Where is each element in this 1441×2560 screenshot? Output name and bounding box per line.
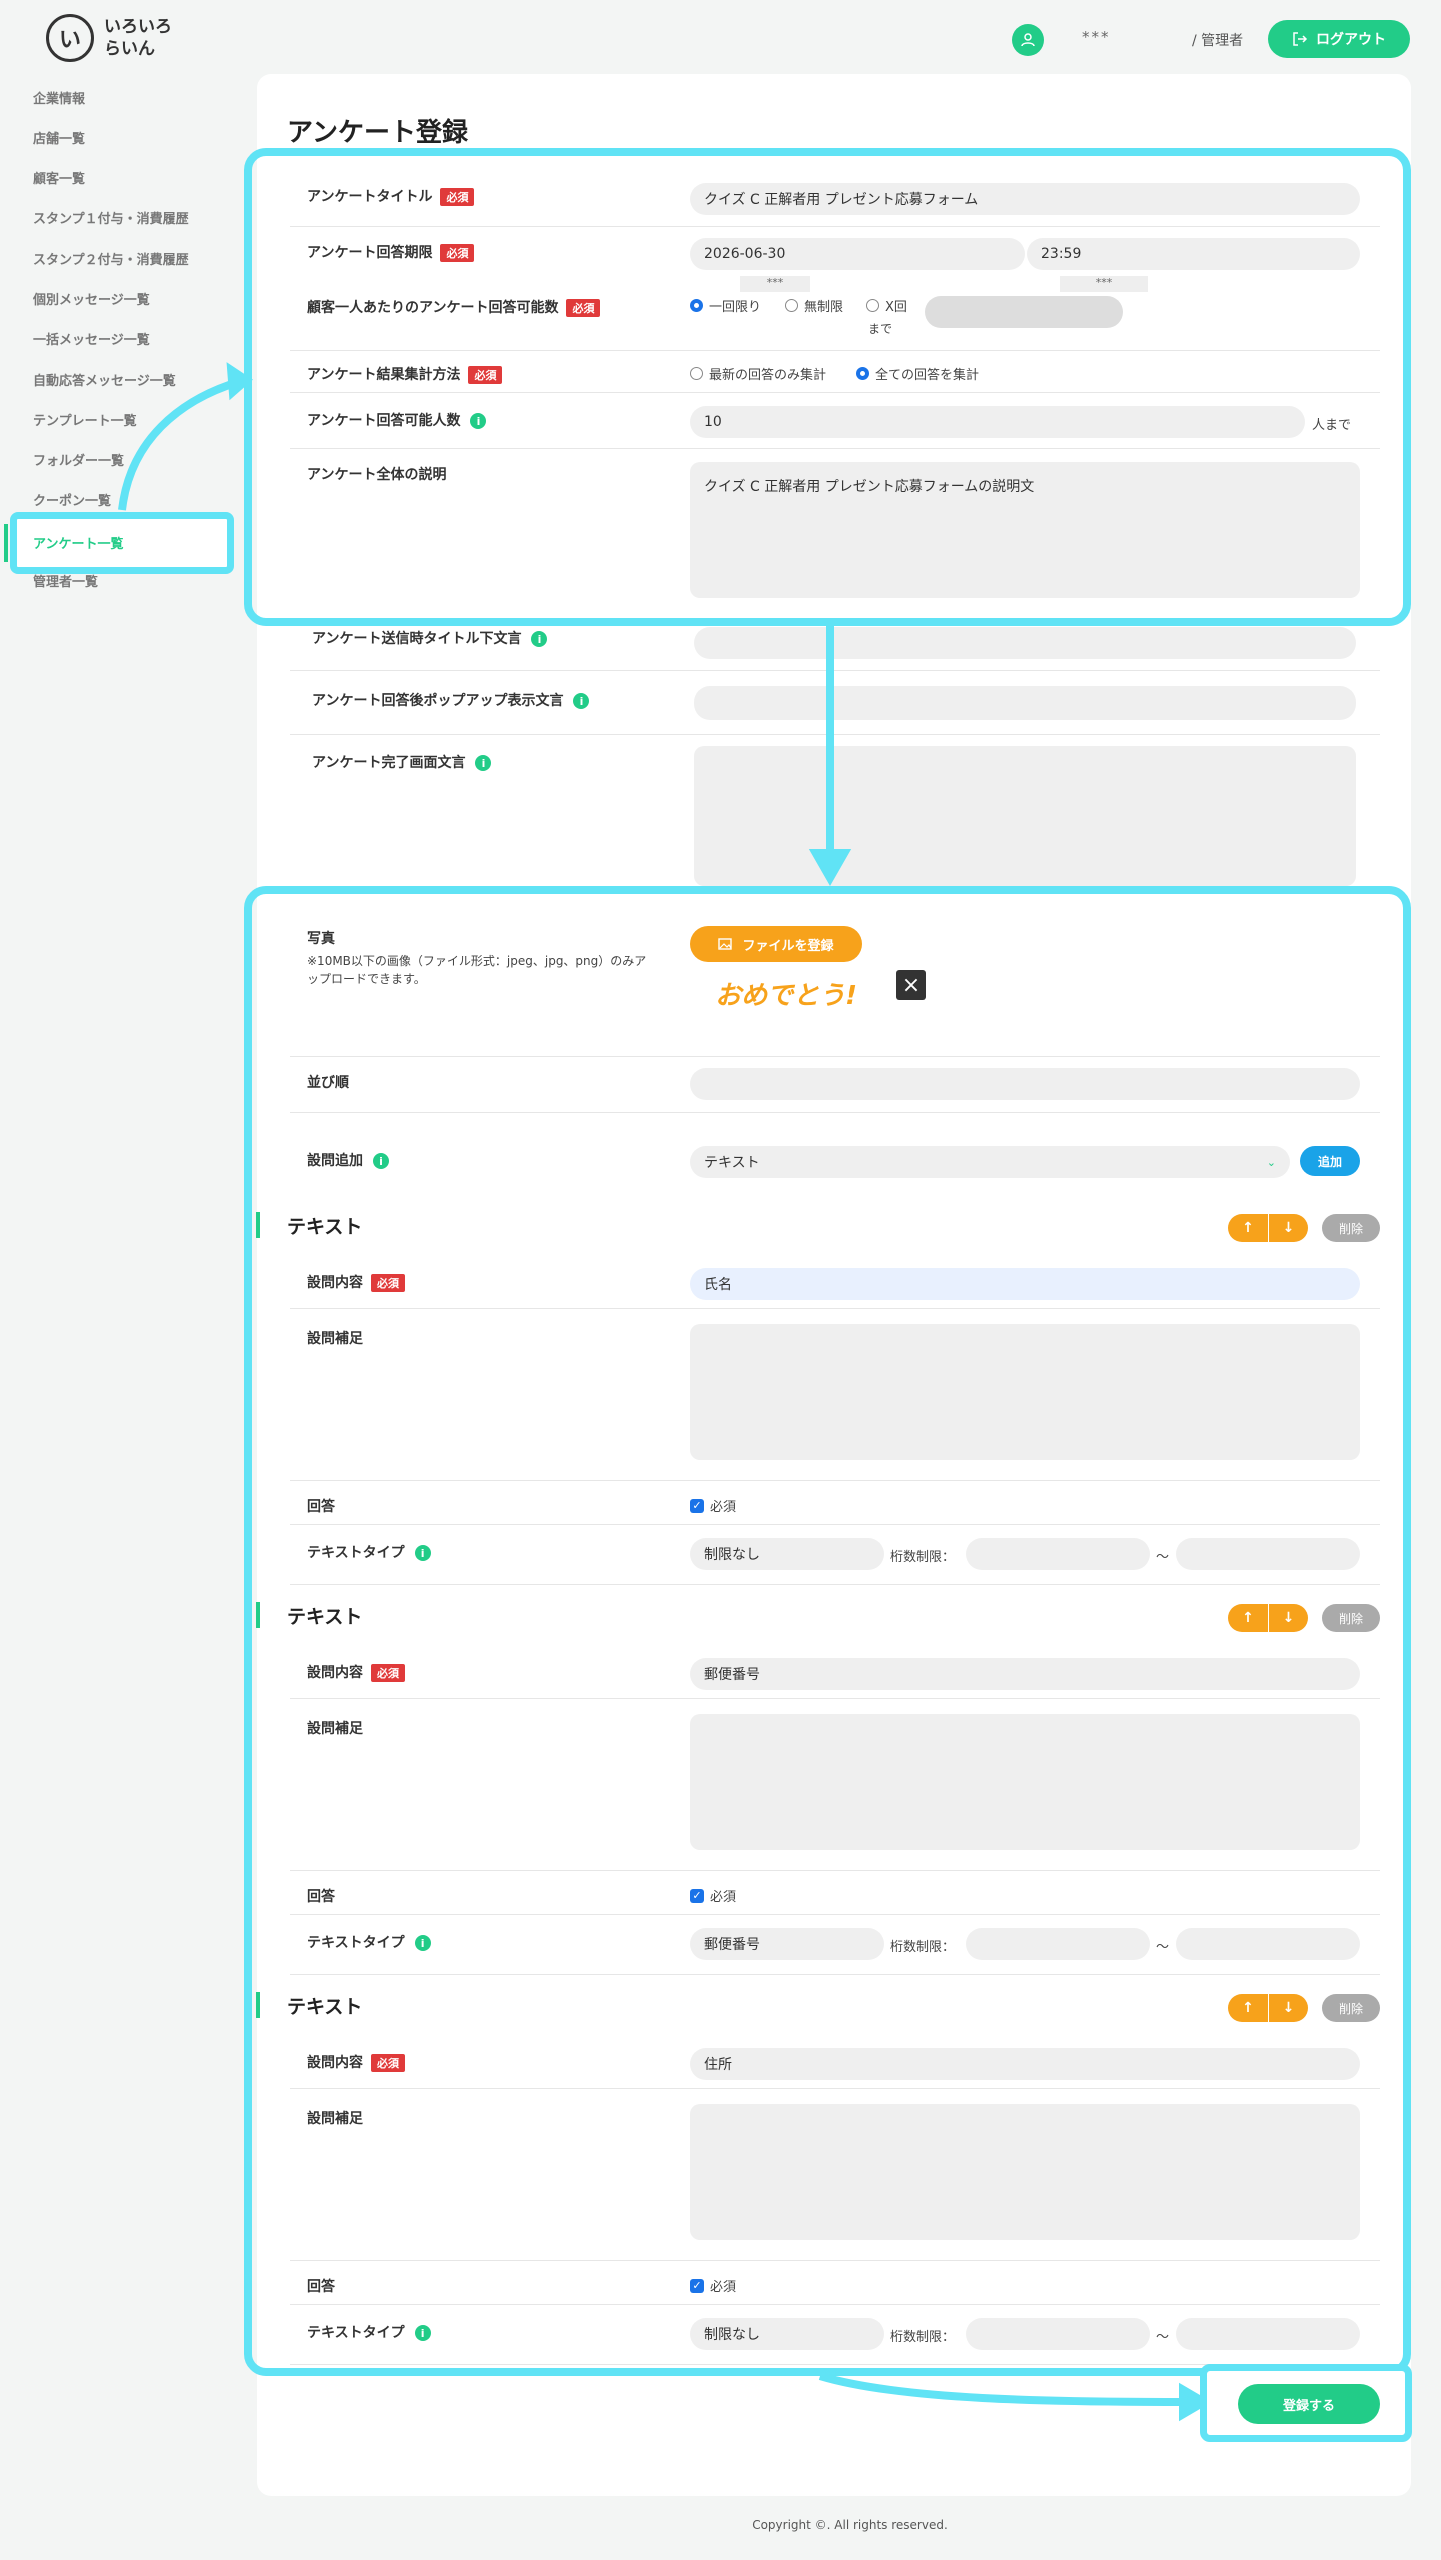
file-upload-button[interactable]: ファイルを登録 xyxy=(690,926,862,962)
photo-note: ※10MB以下の画像（ファイル形式：jpeg、jpg、png）のみアップロードで… xyxy=(307,954,647,986)
info-icon[interactable]: i xyxy=(414,1545,431,1561)
divider xyxy=(290,2304,1380,2305)
text-type-label: テキストタイプ i xyxy=(307,1542,431,1562)
divider xyxy=(290,1698,1380,1699)
digit-limit-label: 桁数制限： xyxy=(890,1940,956,1955)
answer-required-checkbox[interactable]: ✓ 必須 xyxy=(690,1886,736,1905)
order-label: 並び順 xyxy=(307,1075,349,1091)
required-badge: 必須 xyxy=(371,1274,405,1292)
divider xyxy=(290,1308,1380,1309)
required-badge: 必須 xyxy=(371,1664,405,1682)
text-type-select[interactable]: 制限なし xyxy=(690,2318,884,2350)
reorder-buttons: ↑ ↓ xyxy=(1228,1994,1308,2022)
move-down-icon[interactable]: ↓ xyxy=(1268,1214,1308,1242)
reorder-buttons: ↑ ↓ xyxy=(1228,1214,1308,1242)
delete-question-button[interactable]: 削除 xyxy=(1322,1604,1380,1632)
add-question-select[interactable]: テキスト ⌄ xyxy=(690,1146,1290,1178)
question-content-label: 設問内容 必須 xyxy=(307,1662,405,1682)
photo-thumbnail: おめでとう! xyxy=(715,980,857,1011)
reorder-buttons: ↑ ↓ xyxy=(1228,1604,1308,1632)
move-down-icon[interactable]: ↓ xyxy=(1268,1994,1308,2022)
divider xyxy=(290,1524,1380,1525)
photo-label: 写真 xyxy=(307,931,335,947)
question-supplement-textarea[interactable] xyxy=(690,2104,1360,2240)
answer-required-checkbox[interactable]: ✓ 必須 xyxy=(690,1496,736,1515)
delete-question-button[interactable]: 削除 xyxy=(1322,1214,1380,1242)
question-section-title: テキスト xyxy=(287,1216,363,1238)
remove-photo-icon[interactable]: × xyxy=(896,970,926,1000)
info-icon[interactable]: i xyxy=(414,1935,431,1951)
divider xyxy=(290,1056,1380,1057)
digit-max-input[interactable] xyxy=(1176,1538,1360,1570)
digit-limit-label: 桁数制限： xyxy=(890,2330,956,2345)
divider xyxy=(290,1974,1380,1975)
required-badge: 必須 xyxy=(371,2054,405,2072)
answer-required-checkbox[interactable]: ✓ 必須 xyxy=(690,2276,736,2295)
divider xyxy=(290,2260,1380,2261)
question-content-label: 設問内容 必須 xyxy=(307,1272,405,1292)
text-type-select[interactable]: 郵便番号 xyxy=(690,1928,884,1960)
answer-label: 回答 xyxy=(307,1889,335,1905)
digit-limit-label: 桁数制限： xyxy=(890,1550,956,1565)
text-type-label: テキストタイプ i xyxy=(307,2322,431,2342)
submit-button[interactable]: 登録する xyxy=(1238,2384,1380,2424)
question-supplement-label: 設問補足 xyxy=(307,1721,363,1737)
question-supplement-label: 設問補足 xyxy=(307,2111,363,2127)
copyright: Copyright ©. All rights reserved. xyxy=(752,2518,948,2532)
move-down-icon[interactable]: ↓ xyxy=(1268,1604,1308,1632)
chevron-down-icon: ⌄ xyxy=(1266,1155,1276,1169)
question-section-title: テキスト xyxy=(287,1996,363,2018)
add-question-label: 設問追加 i xyxy=(307,1150,389,1170)
divider xyxy=(290,1584,1380,1585)
move-up-icon[interactable]: ↑ xyxy=(1228,1604,1268,1632)
digit-max-input[interactable] xyxy=(1176,1928,1360,1960)
order-input[interactable] xyxy=(690,1068,1360,1100)
divider xyxy=(290,1914,1380,1915)
delete-question-button[interactable]: 削除 xyxy=(1322,1994,1380,2022)
digit-min-input[interactable] xyxy=(966,2318,1150,2350)
question-section-title: テキスト xyxy=(287,1606,363,1628)
answer-label: 回答 xyxy=(307,1499,335,1515)
divider xyxy=(290,1112,1380,1113)
divider xyxy=(290,1480,1380,1481)
question-content-input[interactable]: 氏名 xyxy=(690,1268,1360,1300)
question-content-input[interactable]: 郵便番号 xyxy=(690,1658,1360,1690)
section-bar xyxy=(256,1602,260,1628)
question-supplement-textarea[interactable] xyxy=(690,1714,1360,1850)
tilde: 〜 xyxy=(1156,1550,1170,1565)
info-icon[interactable]: i xyxy=(414,2325,431,2341)
digit-min-input[interactable] xyxy=(966,1538,1150,1570)
text-type-select[interactable]: 制限なし xyxy=(690,1538,884,1570)
move-up-icon[interactable]: ↑ xyxy=(1228,1994,1268,2022)
divider xyxy=(290,1870,1380,1871)
digit-max-input[interactable] xyxy=(1176,2318,1360,2350)
text-type-label: テキストタイプ i xyxy=(307,1932,431,1952)
question-content-label: 設問内容 必須 xyxy=(307,2052,405,2072)
divider xyxy=(290,2088,1380,2089)
file-upload-label: ファイルを登録 xyxy=(742,938,834,954)
image-icon xyxy=(718,938,733,950)
question-supplement-textarea[interactable] xyxy=(690,1324,1360,1460)
section-bar xyxy=(256,1212,260,1238)
section-bar xyxy=(256,1992,260,2018)
digit-min-input[interactable] xyxy=(966,1928,1150,1960)
tilde: 〜 xyxy=(1156,1940,1170,1955)
info-icon[interactable]: i xyxy=(373,1153,389,1169)
move-up-icon[interactable]: ↑ xyxy=(1228,1214,1268,1242)
question-supplement-label: 設問補足 xyxy=(307,1331,363,1347)
answer-label: 回答 xyxy=(307,2279,335,2295)
add-question-button[interactable]: 追加 xyxy=(1300,1146,1360,1176)
tilde: 〜 xyxy=(1156,2330,1170,2345)
question-content-input[interactable]: 住所 xyxy=(690,2048,1360,2080)
